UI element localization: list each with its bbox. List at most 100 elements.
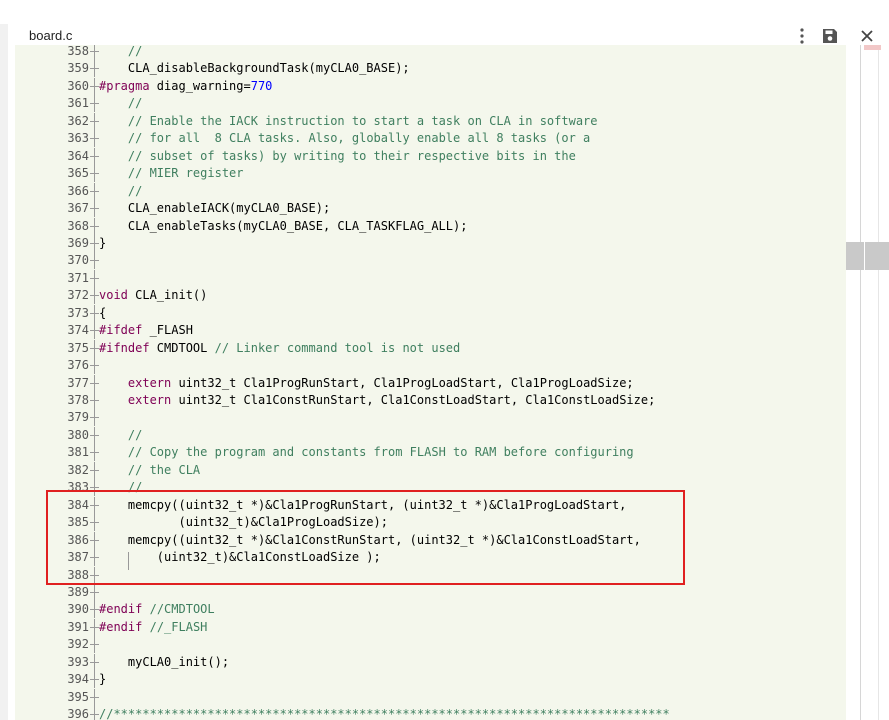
editor-tab-bar: board.c	[8, 26, 889, 46]
code-text: #ifndef CMDTOOL // Linker command tool i…	[99, 340, 461, 355]
line-number: 367	[67, 201, 89, 216]
fold-marker-icon	[90, 45, 99, 60]
code-editor[interactable]: 358 //359 CLA_disableBackgroundTask(myCL…	[15, 45, 846, 720]
code-line[interactable]: 394}	[15, 671, 846, 689]
line-number: 371	[67, 270, 89, 285]
code-text: myCLA0_init();	[99, 654, 230, 669]
more-vert-icon[interactable]	[798, 26, 806, 46]
code-text: #pragma diag_warning=770	[99, 78, 273, 93]
fold-marker-icon	[90, 217, 99, 235]
line-number: 362	[67, 113, 89, 128]
scrollbar-marker	[864, 45, 881, 50]
code-line[interactable]: 373 {	[15, 304, 846, 322]
line-number: 390	[67, 602, 89, 617]
code-text: //	[127, 96, 143, 111]
fold-marker-icon	[90, 130, 99, 148]
code-line[interactable]: 359 CLA_disableBackgroundTask(myCLA0_BAS…	[15, 60, 846, 78]
code-text: // Enable the IACK instruction to start …	[127, 113, 598, 128]
code-line[interactable]: 362 // Enable the IACK instruction to st…	[15, 112, 846, 130]
file-tab[interactable]: board.c	[29, 27, 72, 45]
fold-marker-icon	[90, 234, 99, 252]
code-line[interactable]: 371	[15, 269, 846, 287]
code-line[interactable]: 368 CLA_enableTasks(myCLA0_BASE, CLA_TAS…	[15, 217, 846, 235]
code-text: CLA_enableTasks(myCLA0_BASE, CLA_TASKFLA…	[99, 218, 468, 233]
line-number: 395	[67, 689, 89, 704]
fold-marker-icon	[90, 339, 99, 357]
code-line[interactable]: 390 #endif //CMDTOOL	[15, 601, 846, 619]
fold-marker-icon	[90, 671, 99, 689]
code-text: {	[99, 305, 107, 320]
line-number: 370	[67, 253, 89, 268]
code-text: #ifdef _FLASH	[99, 323, 193, 338]
line-number: 389	[67, 584, 89, 599]
code-line[interactable]: 379	[15, 409, 846, 427]
code-text: // the CLA	[127, 462, 201, 477]
line-number: 376	[67, 358, 89, 373]
code-line[interactable]: 381 // Copy the program and constants fr…	[15, 444, 846, 462]
code-line[interactable]: 372 void CLA_init()	[15, 287, 846, 305]
fold-marker-icon	[90, 653, 99, 671]
vertical-scrollbar[interactable]	[846, 45, 889, 720]
code-text: extern uint32_t Cla1ProgRunStart, Cla1Pr…	[127, 375, 634, 390]
code-line[interactable]: 375 #ifndef CMDTOOL // Linker command too…	[15, 339, 846, 357]
code-text: CLA_disableBackgroundTask(myCLA0_BASE);	[99, 61, 410, 76]
code-text: //	[127, 427, 143, 442]
close-icon[interactable]	[858, 26, 876, 46]
line-number: 372	[67, 288, 89, 303]
code-text: }	[99, 235, 107, 250]
code-line[interactable]: 370	[15, 252, 846, 270]
left-gutter-shade	[0, 24, 8, 720]
line-number: 369	[67, 235, 89, 250]
code-line[interactable]: 361 //	[15, 95, 846, 113]
code-text: #endif //CMDTOOL	[99, 602, 215, 617]
code-line[interactable]: 377 extern uint32_t Cla1ProgRunStart, Cl…	[15, 374, 846, 392]
code-line[interactable]: 391 #endif //_FLASH	[15, 618, 846, 636]
line-number: 364	[67, 148, 89, 163]
code-line[interactable]: 396 //***********************************…	[15, 706, 846, 720]
line-number: 379	[67, 410, 89, 425]
fold-marker-icon	[90, 601, 99, 619]
line-number: 396	[67, 707, 89, 720]
scrollbar-thumb-divider	[864, 242, 865, 270]
fold-marker-icon	[90, 165, 99, 183]
code-line[interactable]: 360 #pragma diag_warning=770	[15, 77, 846, 95]
code-line[interactable]: 367 CLA_enableIACK(myCLA0_BASE);	[15, 200, 846, 218]
save-icon[interactable]	[821, 26, 839, 46]
code-line[interactable]: 366 //	[15, 182, 846, 200]
code-line[interactable]: 395	[15, 688, 846, 706]
line-number: 363	[67, 131, 89, 146]
fold-marker-icon	[90, 304, 99, 322]
code-line[interactable]: 358 //	[15, 45, 846, 60]
code-line[interactable]: 376	[15, 357, 846, 375]
fold-marker-icon	[90, 392, 99, 409]
overview-ruler	[878, 45, 879, 720]
code-line[interactable]: 378 extern uint32_t Cla1ConstRunStart, C…	[15, 392, 846, 409]
line-number: 378	[67, 393, 89, 407]
fold-marker-icon	[90, 60, 99, 78]
code-line[interactable]: 380 //	[15, 426, 846, 444]
fold-marker-icon	[90, 374, 99, 392]
code-line[interactable]: 365 // MIER register	[15, 165, 846, 183]
code-line[interactable]: 393 myCLA0_init();	[15, 653, 846, 671]
code-line[interactable]: 389	[15, 583, 846, 601]
line-number: 375	[67, 340, 89, 355]
code-line[interactable]: 369}	[15, 234, 846, 252]
line-number: 359	[67, 61, 89, 76]
code-line[interactable]: 364 // subset of tasks) by writing to th…	[15, 147, 846, 165]
code-line[interactable]: 392	[15, 636, 846, 654]
scrollbar-thumb[interactable]	[846, 242, 889, 270]
fold-marker-icon	[90, 583, 99, 601]
code-line[interactable]: 363 // for all 8 CLA tasks. Also, global…	[15, 130, 846, 148]
fold-marker-icon	[90, 95, 99, 113]
code-text: // MIER register	[127, 166, 244, 181]
code-line[interactable]: 374 #ifdef _FLASH	[15, 322, 846, 340]
code-text: //	[127, 45, 143, 58]
line-number: 360	[67, 78, 89, 93]
line-number: 393	[67, 654, 89, 669]
fold-marker-icon	[90, 200, 99, 218]
code-line[interactable]: 382 // the CLA	[15, 461, 846, 479]
fold-marker-icon	[90, 287, 99, 305]
line-number: 368	[67, 218, 89, 233]
line-number: 366	[67, 183, 89, 198]
line-number: 381	[67, 445, 89, 460]
